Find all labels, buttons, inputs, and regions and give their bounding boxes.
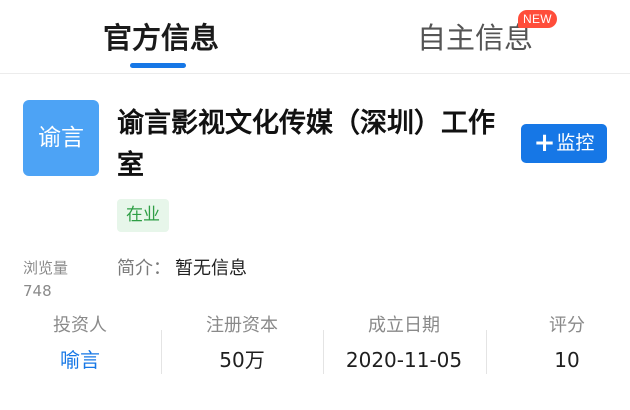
intro-value: 暂无信息 — [175, 258, 247, 279]
monitor-button-label: 监控 — [556, 132, 595, 154]
stat-value: 2020-11-05 — [345, 348, 463, 372]
plus-icon: + — [533, 128, 556, 158]
tab-own-info[interactable]: 自主信息 — [417, 16, 533, 60]
stat-label: 投资人 — [53, 315, 107, 336]
active-tab-indicator — [130, 63, 186, 68]
stat-label: 评分 — [549, 315, 585, 336]
views-label: 浏览量 — [23, 259, 69, 277]
company-info-page: 官方信息 自主信息 NEW 谕言 谕言影视文化传媒（深圳）工作室 +监控 在业 … — [0, 0, 630, 410]
tab-official-info[interactable]: 官方信息 — [103, 16, 219, 60]
stat-established-date: 成立日期 2020-11-05 — [334, 313, 474, 375]
company-logo: 谕言 — [23, 100, 99, 176]
info-tabs: 官方信息 自主信息 NEW — [0, 0, 630, 75]
monitor-button[interactable]: +监控 — [521, 124, 607, 163]
tabs-divider — [0, 73, 630, 74]
investor-link[interactable]: 喻言 — [30, 345, 130, 375]
intro-label: 简介： — [117, 258, 171, 279]
stat-registered-capital: 注册资本 50万 — [192, 313, 292, 375]
views-count: 748 — [23, 282, 52, 300]
stat-investor: 投资人 喻言 — [30, 313, 130, 375]
stat-value: 10 — [554, 348, 580, 372]
company-name: 谕言影视文化传媒（深圳）工作室 — [117, 108, 495, 181]
stat-divider — [161, 330, 162, 374]
stat-value: 50万 — [219, 348, 265, 372]
stat-label: 成立日期 — [368, 315, 440, 336]
stat-divider — [323, 330, 324, 374]
stat-divider — [486, 330, 487, 374]
new-badge: NEW — [518, 10, 557, 28]
stat-label: 注册资本 — [206, 315, 278, 336]
stat-score: 评分 10 — [517, 313, 617, 375]
status-badge: 在业 — [117, 199, 169, 232]
